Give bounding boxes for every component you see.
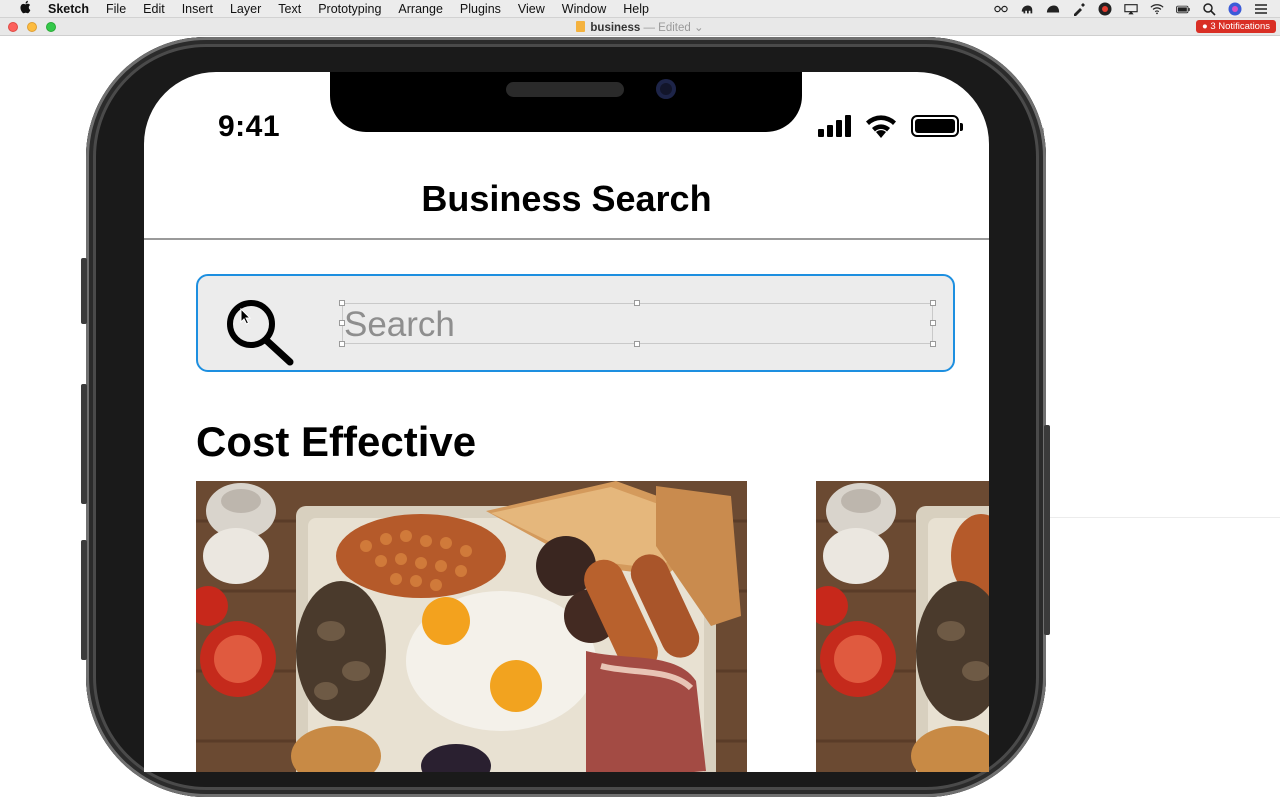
airplay-icon[interactable] [1124,3,1138,15]
wifi-icon [866,115,896,138]
phone-camera [656,79,676,99]
menu-text[interactable]: Text [278,2,301,16]
resize-handle[interactable] [930,341,936,347]
resize-handle[interactable] [930,320,936,326]
spotlight-icon[interactable] [1202,2,1216,16]
document-name: business [590,22,641,34]
window-titlebar: business — Edited ⌄ ● 3 Notifications [0,18,1280,36]
nav-divider [144,238,989,240]
menu-insert[interactable]: Insert [182,2,213,16]
menu-arrange[interactable]: Arrange [398,2,442,16]
siri-icon[interactable] [1228,2,1242,16]
battery-icon [911,115,963,137]
artboard-guide [1050,517,1280,518]
apple-icon[interactable] [17,0,33,17]
phone-mute-button [81,258,87,324]
menu-plugins[interactable]: Plugins [460,2,501,16]
title-chevron-icon: ⌄ [693,22,704,34]
record-icon[interactable] [1098,2,1112,16]
status-time: 9:41 [218,110,281,143]
menu-file[interactable]: File [106,2,126,16]
sketch-document-icon [576,21,586,32]
status-icons [818,114,963,138]
magnifier-icon [227,300,294,366]
cellular-signal-icon [818,115,851,137]
section-title: Cost Effective [196,418,477,465]
mouse-cursor-icon [240,308,252,325]
document-status: — Edited [643,22,691,34]
phone-power-button [1044,425,1050,635]
resize-handle[interactable] [930,300,936,306]
menubar-extras [994,0,1268,18]
resize-handle[interactable] [339,300,345,306]
phone-screen: 9:41 Business Search Search Cost Effecti… [144,72,989,772]
phone-notch [330,72,802,132]
notifications-label: 3 Notifications [1210,21,1270,32]
menu-layer[interactable]: Layer [230,2,261,16]
glasses-icon[interactable] [994,3,1008,15]
hedgehog-icon[interactable] [1046,3,1060,15]
resize-handle[interactable] [634,300,640,306]
notification-center-icon[interactable] [1254,3,1268,15]
notifications-badge[interactable]: ● 3 Notifications [1195,20,1276,33]
menu-window[interactable]: Window [562,2,606,16]
phone-volume-up-button [81,384,87,504]
menu-help[interactable]: Help [623,2,649,16]
menu-edit[interactable]: Edit [143,2,165,16]
battery-menubar-icon[interactable] [1176,3,1190,15]
phone-speaker [506,82,624,97]
elephant-icon[interactable] [1020,3,1034,15]
menu-bar: Sketch File Edit Insert Layer Text Proto… [0,0,1280,18]
resize-handle[interactable] [634,341,640,347]
wifi-menubar-icon[interactable] [1150,3,1164,15]
document-title[interactable]: business — Edited ⌄ [0,20,1280,34]
search-bar[interactable]: Search [196,274,955,372]
menu-view[interactable]: View [518,2,545,16]
menu-prototyping[interactable]: Prototyping [318,2,381,16]
dropper-icon[interactable] [1072,3,1086,16]
resize-handle[interactable] [339,341,345,347]
selection-box [339,300,936,347]
resize-handle[interactable] [339,320,345,326]
food-card-image[interactable] [196,481,747,772]
nav-title: Business Search [421,178,712,219]
phone-volume-down-button [81,540,87,660]
menu-app[interactable]: Sketch [48,2,89,16]
food-card-image[interactable] [816,481,989,772]
